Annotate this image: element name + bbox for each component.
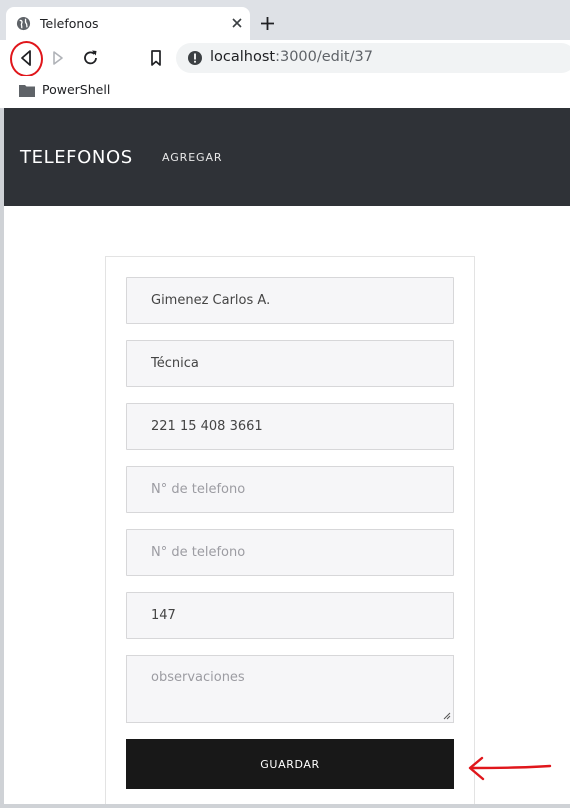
bookmark-folder-label: PowerShell [42,82,111,97]
save-button[interactable]: GUARDAR [126,739,454,789]
bookmark-icon[interactable] [146,48,166,68]
observations-placeholder: observaciones [151,670,245,685]
resize-grip-icon[interactable] [443,712,451,720]
back-button-highlight-annotation [10,41,43,77]
close-icon[interactable] [230,16,244,30]
tab-title: Telefonos [40,16,99,31]
extension-field[interactable]: 147 [126,592,454,639]
browser-toolbar: localhost:3000/edit/37 [0,40,570,76]
red-arrow-icon [468,756,552,781]
edit-form: Gimenez Carlos A. Técnica 221 15 408 366… [105,256,475,808]
site-navbar: TELEFONOS AGREGAR [4,108,570,206]
phone-field-1[interactable]: 221 15 408 3661 [126,403,454,450]
area-field[interactable]: Técnica [126,340,454,387]
bookmarks-bar: PowerShell [0,76,570,108]
url-path: :3000/edit/37 [275,49,373,65]
plus-icon[interactable] [260,16,275,31]
phone-field-2[interactable]: N° de telefono [126,466,454,513]
page-viewport: TELEFONOS AGREGAR Gimenez Carlos A. Técn… [0,108,570,808]
observations-textarea[interactable]: observaciones [126,655,454,723]
site-brand[interactable]: TELEFONOS [20,147,133,168]
globe-icon [16,16,31,31]
reload-icon[interactable] [81,48,101,68]
window-bottom-edge [0,804,570,808]
folder-icon [19,85,35,97]
nav-link-agregar[interactable]: AGREGAR [162,151,222,164]
phone-field-3[interactable]: N° de telefono [126,529,454,576]
name-field[interactable]: Gimenez Carlos A. [126,277,454,324]
info-icon[interactable] [187,50,203,66]
url-text: localhost:3000/edit/37 [210,49,373,65]
tab-strip: Telefonos [0,0,570,40]
forward-arrow-icon[interactable] [49,48,69,68]
tab-telefonos[interactable]: Telefonos [6,7,250,40]
address-bar[interactable]: localhost:3000/edit/37 [176,43,570,73]
url-host: localhost [210,49,276,65]
